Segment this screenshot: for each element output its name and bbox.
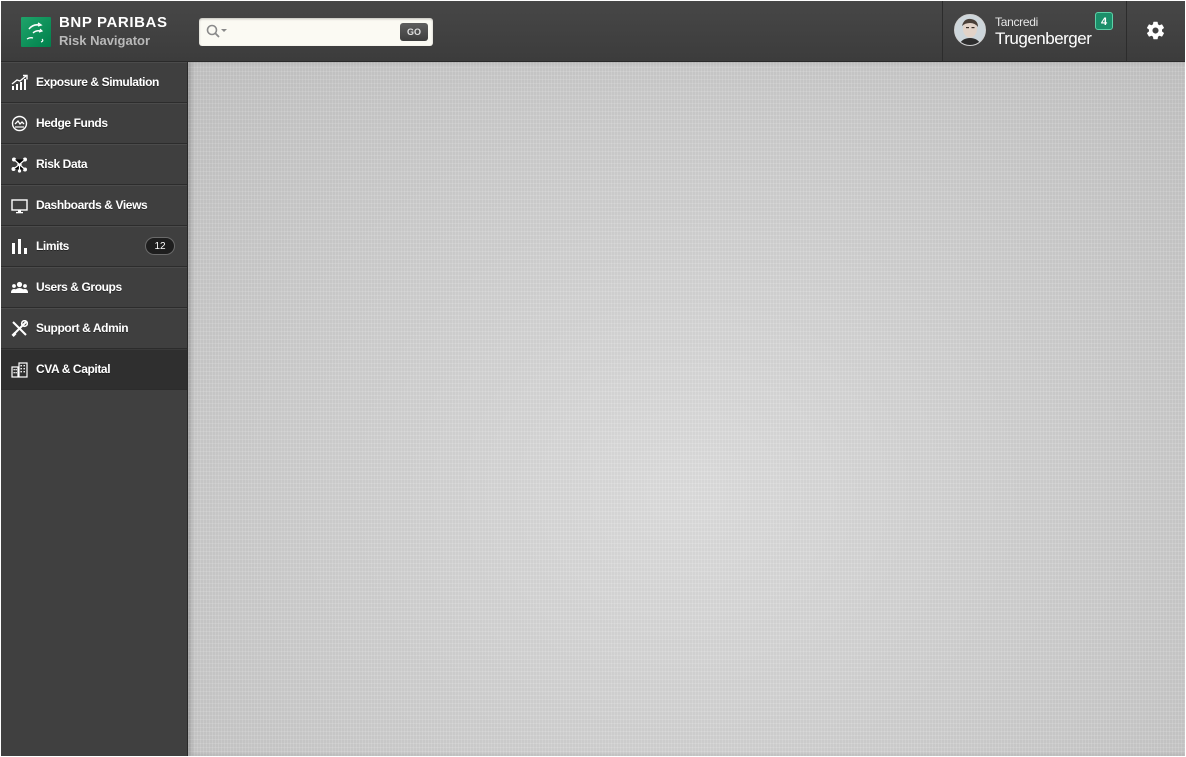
app-name: Risk Navigator <box>59 33 151 48</box>
sidebar-item-label: Limits <box>36 239 69 253</box>
user-first-name: Tancredi <box>995 15 1038 29</box>
bnp-logo-icon <box>21 17 51 47</box>
notification-badge[interactable]: 4 <box>1095 12 1113 30</box>
user-last-name: Trugenberger <box>995 29 1092 48</box>
sidebar-item-label: CVA & Capital <box>36 362 111 376</box>
sidebar-item-risk-data[interactable]: Risk Data <box>1 144 187 185</box>
sidebar-item-label: Risk Data <box>36 157 88 171</box>
sidebar-item-label: Users & Groups <box>36 280 122 294</box>
go-button[interactable]: GO <box>400 23 428 41</box>
gear-icon <box>1146 21 1165 40</box>
search-box: GO <box>199 18 433 46</box>
sidebar-item-hedge-funds[interactable]: Hedge Funds <box>1 103 187 144</box>
sidebar-item-cva-capital[interactable]: CVA & Capital <box>1 349 187 390</box>
users-icon <box>11 281 28 293</box>
sidebar-item-limits[interactable]: Limits 12 <box>1 226 187 267</box>
buildings-icon <box>11 362 28 378</box>
hedge-funds-icon <box>11 115 28 132</box>
exposure-chart-icon <box>11 74 28 90</box>
search-input[interactable] <box>231 22 391 42</box>
sidebar-item-label: Support & Admin <box>36 321 129 335</box>
monitor-icon <box>11 199 28 214</box>
sidebar-item-label: Hedge Funds <box>36 116 108 130</box>
sidebar-item-label: Exposure & Simulation <box>36 75 159 89</box>
sidebar: Exposure & Simulation Hedge Funds Risk D… <box>1 62 188 756</box>
settings-button[interactable] <box>1126 1 1185 61</box>
bar-chart-icon <box>12 239 27 254</box>
app-window: BNP PARIBAS Risk Navigator GO Tancredi T… <box>1 1 1185 756</box>
avatar[interactable] <box>954 14 986 46</box>
search-icon[interactable] <box>206 24 228 40</box>
limits-count-badge: 12 <box>145 237 175 255</box>
sidebar-item-users-groups[interactable]: Users & Groups <box>1 267 187 308</box>
sidebar-item-dashboards-views[interactable]: Dashboards & Views <box>1 185 187 226</box>
tools-icon <box>11 320 28 337</box>
brand-name: BNP PARIBAS <box>59 14 168 31</box>
sidebar-item-exposure-simulation[interactable]: Exposure & Simulation <box>1 62 187 103</box>
main-content <box>188 62 1185 756</box>
sidebar-item-support-admin[interactable]: Support & Admin <box>1 308 187 349</box>
user-panel[interactable]: Tancredi Trugenberger 4 <box>942 1 1127 61</box>
sidebar-item-label: Dashboards & Views <box>36 198 148 212</box>
top-bar: BNP PARIBAS Risk Navigator GO Tancredi T… <box>1 1 1185 62</box>
risk-data-icon <box>11 157 27 173</box>
chevron-down-icon <box>221 29 227 32</box>
